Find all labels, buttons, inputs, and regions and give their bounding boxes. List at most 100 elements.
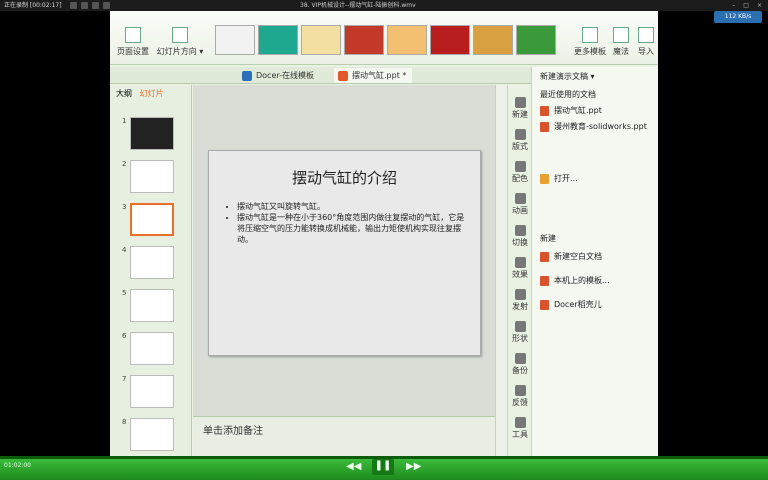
slide-thumbnail[interactable]: [130, 117, 174, 150]
template-thumb[interactable]: [215, 25, 255, 55]
new-icon: [514, 97, 526, 108]
new-blank-doc[interactable]: 新建空白文档: [540, 251, 602, 262]
fast-forward-button[interactable]: ▶▶: [406, 460, 421, 474]
more-templates-button[interactable]: 更多模板: [572, 27, 608, 57]
slide-body[interactable]: 摆动气缸又叫旋转气缸。 摆动气缸是一种在小于360°角度范围内做往复摆动的气缸，…: [227, 201, 467, 245]
template-thumb[interactable]: [473, 25, 513, 55]
tab-outline[interactable]: 大纲: [116, 89, 132, 98]
template-thumb[interactable]: [258, 25, 298, 55]
camera-tool-icon[interactable]: [103, 2, 110, 9]
close-icon[interactable]: ×: [757, 0, 762, 11]
side-effects-button[interactable]: 效果: [508, 257, 532, 280]
tab-current-document[interactable]: 摆动气缸.ppt *: [334, 68, 413, 83]
task-pane: 新建演示文稿 ▾ 最近使用的文档 摆动气缸.ppt 漫州教育-solidwork…: [531, 67, 658, 456]
docer-icon: [242, 71, 252, 81]
open-label: 打开...: [554, 174, 578, 183]
slide-number: 6: [122, 332, 127, 340]
side-send-button[interactable]: 发射: [508, 289, 532, 312]
side-toolbar: 新建 版式 配色 动画 切换 效果 发射 形状 备份 反馈 工具: [507, 85, 531, 456]
tab-slides[interactable]: 幻灯片: [140, 89, 164, 98]
side-shape-button[interactable]: 形状: [508, 321, 532, 344]
slide-orientation-button[interactable]: 幻灯片方向 ▾: [154, 27, 206, 57]
slide-thumbnail[interactable]: [130, 160, 174, 193]
side-label: 工具: [512, 430, 528, 439]
slide-thumbnail[interactable]: [130, 289, 174, 322]
page-setup-icon: [125, 27, 141, 43]
import-label: 导入: [638, 47, 654, 56]
feedback-icon: [514, 385, 526, 396]
recent-file[interactable]: 漫州教育-solidworks.ppt: [540, 121, 647, 132]
recent-file-name: 漫州教育-solidworks.ppt: [554, 122, 647, 131]
folder-icon: [540, 173, 549, 184]
slide-number: 5: [122, 289, 127, 297]
bullet-item: 摆动气缸又叫旋转气缸。: [237, 201, 467, 212]
ppt-file-icon: [540, 121, 549, 132]
vertical-scrollbar[interactable]: [495, 85, 507, 456]
side-label: 新建: [512, 110, 528, 119]
minimize-icon[interactable]: –: [732, 0, 735, 11]
local-templates[interactable]: 本机上的模板...: [540, 275, 610, 286]
design-ribbon: 页面设置 幻灯片方向 ▾ 更多模板 魔法 导入: [110, 11, 658, 65]
import-icon: [638, 27, 654, 43]
slide-number: 8: [122, 418, 127, 426]
recent-file[interactable]: 摆动气缸.ppt: [540, 105, 602, 116]
slide-thumbnail[interactable]: [130, 332, 174, 365]
side-new-button[interactable]: 新建: [508, 97, 532, 120]
side-backup-button[interactable]: 备份: [508, 353, 532, 376]
page-setup-button[interactable]: 页面设置: [114, 27, 152, 57]
slide-thumbnail-selected[interactable]: [130, 203, 174, 236]
side-animation-button[interactable]: 动画: [508, 193, 532, 216]
rewind-button[interactable]: ◀◀: [346, 460, 361, 474]
template-thumb[interactable]: [301, 25, 341, 55]
import-button[interactable]: 导入: [634, 27, 658, 57]
notes-area[interactable]: 单击添加备注: [193, 416, 495, 456]
side-tools-button[interactable]: 工具: [508, 417, 532, 440]
slide-thumbnail[interactable]: [130, 418, 174, 451]
side-transition-button[interactable]: 切换: [508, 225, 532, 248]
slide-number: 7: [122, 375, 127, 383]
record-tool-icon[interactable]: [70, 2, 77, 9]
side-label: 配色: [512, 174, 528, 183]
slide-thumbnail[interactable]: [130, 375, 174, 408]
side-feedback-button[interactable]: 反馈: [508, 385, 532, 408]
recording-status: 正在录制 [00:02:17]: [4, 2, 62, 9]
template-thumb[interactable]: [516, 25, 556, 55]
tab-docer-templates[interactable]: Docer-在线模板: [238, 68, 320, 83]
stop-tool-icon[interactable]: [92, 2, 99, 9]
side-color-button[interactable]: 配色: [508, 161, 532, 184]
side-label: 发射: [512, 302, 528, 311]
wps-presentation-window: 页面设置 幻灯片方向 ▾ 更多模板 魔法 导入 Docer-在线模板 摆动气缸.…: [110, 11, 658, 456]
transition-icon: [514, 225, 526, 236]
network-speed-badge: 112 KB/s: [714, 11, 762, 23]
task-pane-title[interactable]: 新建演示文稿 ▾: [540, 71, 595, 82]
template-thumb[interactable]: [430, 25, 470, 55]
more-templates-icon: [582, 27, 598, 43]
animation-icon: [514, 193, 526, 204]
docer-link[interactable]: Docer稻壳儿: [540, 299, 602, 310]
pane-tabs: 大纲 幻灯片: [110, 85, 191, 103]
open-link[interactable]: 打开...: [540, 173, 578, 184]
new-item-label: 本机上的模板...: [554, 276, 610, 285]
slide-number: 3: [122, 203, 127, 211]
recorder-bar: 正在录制 [00:02:17] 38. VIP机械设计--摆动气缸-陆振创科.w…: [0, 0, 768, 11]
slide-canvas: 摆动气缸的介绍 摆动气缸又叫旋转气缸。 摆动气缸是一种在小于360°角度范围内做…: [193, 85, 495, 456]
side-label: 形状: [512, 334, 528, 343]
tools-icon: [514, 417, 526, 428]
slide-thumbnail[interactable]: [130, 246, 174, 279]
orientation-icon: [172, 27, 188, 43]
pause-button[interactable]: ❚❚: [372, 459, 394, 475]
more-templates-label: 更多模板: [574, 47, 606, 56]
maximize-icon[interactable]: □: [743, 0, 749, 11]
new-item-label: 新建空白文档: [554, 252, 602, 261]
slide-title[interactable]: 摆动气缸的介绍: [209, 167, 480, 188]
side-layout-button[interactable]: 版式: [508, 129, 532, 152]
layout-icon: [514, 129, 526, 140]
template-thumb[interactable]: [344, 25, 384, 55]
tab-label: Docer-在线模板: [256, 71, 315, 80]
docer-icon: [540, 299, 549, 310]
side-label: 动画: [512, 206, 528, 215]
current-slide[interactable]: 摆动气缸的介绍 摆动气缸又叫旋转气缸。 摆动气缸是一种在小于360°角度范围内做…: [208, 150, 481, 356]
pause-tool-icon[interactable]: [81, 2, 88, 9]
magic-button[interactable]: 魔法: [610, 27, 632, 57]
template-thumb[interactable]: [387, 25, 427, 55]
